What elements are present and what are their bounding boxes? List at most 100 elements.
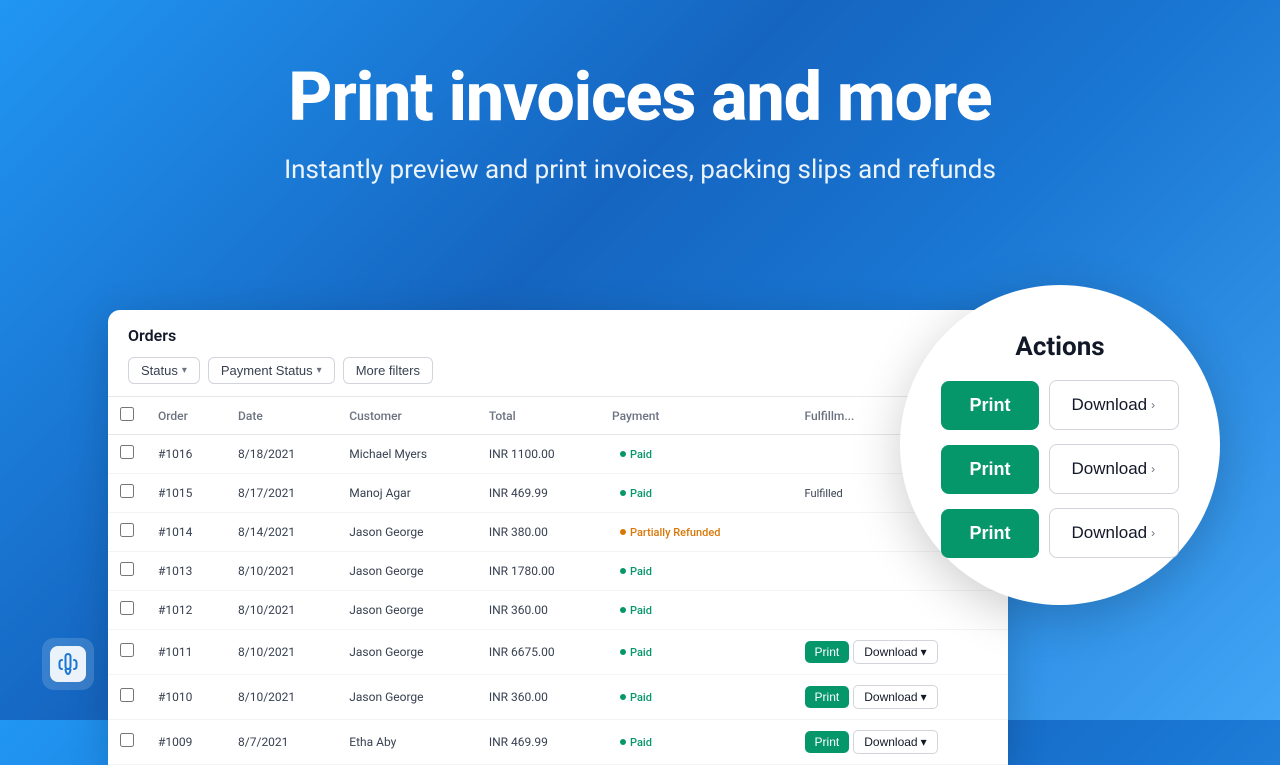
table-body: #1016 8/18/2021 Michael Myers INR 1100.0… — [108, 435, 1008, 765]
customer-name: Jason George — [337, 513, 477, 552]
orders-panel: Orders Status ▾ Payment Status ▾ More fi… — [108, 310, 1008, 765]
payment-badge: Paid — [612, 602, 660, 619]
logo — [42, 638, 94, 690]
paid-dot — [620, 649, 626, 655]
order-date: 8/14/2021 — [226, 513, 337, 552]
chevron-right-icon: › — [1151, 462, 1155, 476]
col-customer: Customer — [337, 397, 477, 435]
order-number: #1011 — [146, 630, 226, 675]
chevron-right-icon: › — [1151, 526, 1155, 540]
order-date: 8/18/2021 — [226, 435, 337, 474]
download-label: Download — [1072, 395, 1148, 415]
order-date: 8/10/2021 — [226, 552, 337, 591]
row-checkbox[interactable] — [120, 688, 134, 702]
order-date: 8/7/2021 — [226, 720, 337, 765]
chevron-down-icon: ▾ — [921, 735, 927, 749]
logo-icon — [56, 652, 80, 676]
order-total: INR 360.00 — [477, 675, 600, 720]
print-button-sm[interactable]: Print — [805, 686, 850, 708]
row-checkbox[interactable] — [120, 523, 134, 537]
print-label: Print — [969, 395, 1010, 415]
download-button-large-2[interactable]: Download › — [1049, 444, 1179, 494]
hero-section: Print invoices and more Instantly previe… — [0, 0, 1280, 185]
download-button-sm[interactable]: Download ▾ — [853, 685, 937, 709]
order-total: INR 1780.00 — [477, 552, 600, 591]
payment-badge: Paid — [612, 485, 660, 502]
download-button-large-3[interactable]: Download › — [1049, 508, 1179, 558]
table-row: #1015 8/17/2021 Manoj Agar INR 469.99 Pa… — [108, 474, 1008, 513]
download-label: Download — [1072, 459, 1148, 479]
order-date: 8/10/2021 — [226, 675, 337, 720]
status-filter-btn[interactable]: Status ▾ — [128, 357, 200, 384]
hero-title: Print invoices and more — [288, 60, 991, 135]
select-all-checkbox[interactable] — [120, 407, 134, 421]
order-number: #1014 — [146, 513, 226, 552]
paid-dot — [620, 694, 626, 700]
col-date: Date — [226, 397, 337, 435]
order-number: #1009 — [146, 720, 226, 765]
paid-dot — [620, 490, 626, 496]
print-label: Print — [969, 523, 1010, 543]
row-checkbox[interactable] — [120, 562, 134, 576]
status-filter-label: Status — [141, 363, 178, 378]
payment-badge: Paid — [612, 644, 660, 661]
row-checkbox[interactable] — [120, 601, 134, 615]
print-button-large-1[interactable]: Print — [941, 381, 1038, 430]
customer-name: Manoj Agar — [337, 474, 477, 513]
customer-name: Jason George — [337, 630, 477, 675]
chevron-down-icon: ▾ — [317, 365, 322, 376]
order-number: #1013 — [146, 552, 226, 591]
chevron-down-icon: ▾ — [921, 690, 927, 704]
action-row-1: Print Download › — [941, 380, 1178, 430]
print-label: Print — [969, 459, 1010, 479]
payment-badge: Paid — [612, 689, 660, 706]
customer-name: Jason George — [337, 591, 477, 630]
row-checkbox[interactable] — [120, 445, 134, 459]
action-row-2: Print Download › — [941, 444, 1178, 494]
download-button-large-1[interactable]: Download › — [1049, 380, 1179, 430]
table-head: Order Date Customer Total Payment Fulfil… — [108, 397, 1008, 435]
table-row: #1010 8/10/2021 Jason George INR 360.00 … — [108, 675, 1008, 720]
fulfillment-status — [793, 591, 1008, 630]
paid-dot — [620, 451, 626, 457]
payment-badge: Partially Refunded — [612, 524, 728, 541]
order-total: INR 360.00 — [477, 591, 600, 630]
payment-status-filter-btn[interactable]: Payment Status ▾ — [208, 357, 335, 384]
row-checkbox[interactable] — [120, 733, 134, 747]
paid-dot — [620, 739, 626, 745]
print-button-large-3[interactable]: Print — [941, 509, 1038, 558]
order-total: INR 380.00 — [477, 513, 600, 552]
print-button-large-2[interactable]: Print — [941, 445, 1038, 494]
col-order: Order — [146, 397, 226, 435]
customer-name: Jason George — [337, 552, 477, 591]
print-button-sm[interactable]: Print — [805, 731, 850, 753]
order-number: #1015 — [146, 474, 226, 513]
table-row: #1009 8/7/2021 Etha Aby INR 469.99 Paid … — [108, 720, 1008, 765]
order-number: #1010 — [146, 675, 226, 720]
order-date: 8/10/2021 — [226, 591, 337, 630]
customer-name: Jason George — [337, 675, 477, 720]
panel-header: Orders Status ▾ Payment Status ▾ More fi… — [108, 310, 1008, 397]
logo-inner — [50, 646, 86, 682]
download-button-sm[interactable]: Download ▾ — [853, 640, 937, 664]
more-filters-btn[interactable]: More filters — [343, 357, 433, 384]
print-button-sm[interactable]: Print — [805, 641, 850, 663]
table-row: #1011 8/10/2021 Jason George INR 6675.00… — [108, 630, 1008, 675]
panel-title: Orders — [128, 326, 988, 345]
customer-name: Etha Aby — [337, 720, 477, 765]
download-button-sm[interactable]: Download ▾ — [853, 730, 937, 754]
download-label: Download — [1072, 523, 1148, 543]
customer-name: Michael Myers — [337, 435, 477, 474]
more-filters-label: More filters — [356, 363, 420, 378]
row-actions: Print Download ▾ — [805, 640, 996, 664]
paid-dot — [620, 568, 626, 574]
payment-badge: Paid — [612, 446, 660, 463]
order-number: #1012 — [146, 591, 226, 630]
order-total: INR 1100.00 — [477, 435, 600, 474]
order-date: 8/17/2021 — [226, 474, 337, 513]
actions-circle-overlay: Actions Print Download › Print Download … — [900, 285, 1220, 605]
order-date: 8/10/2021 — [226, 630, 337, 675]
chevron-right-icon: › — [1151, 398, 1155, 412]
row-checkbox[interactable] — [120, 643, 134, 657]
row-checkbox[interactable] — [120, 484, 134, 498]
